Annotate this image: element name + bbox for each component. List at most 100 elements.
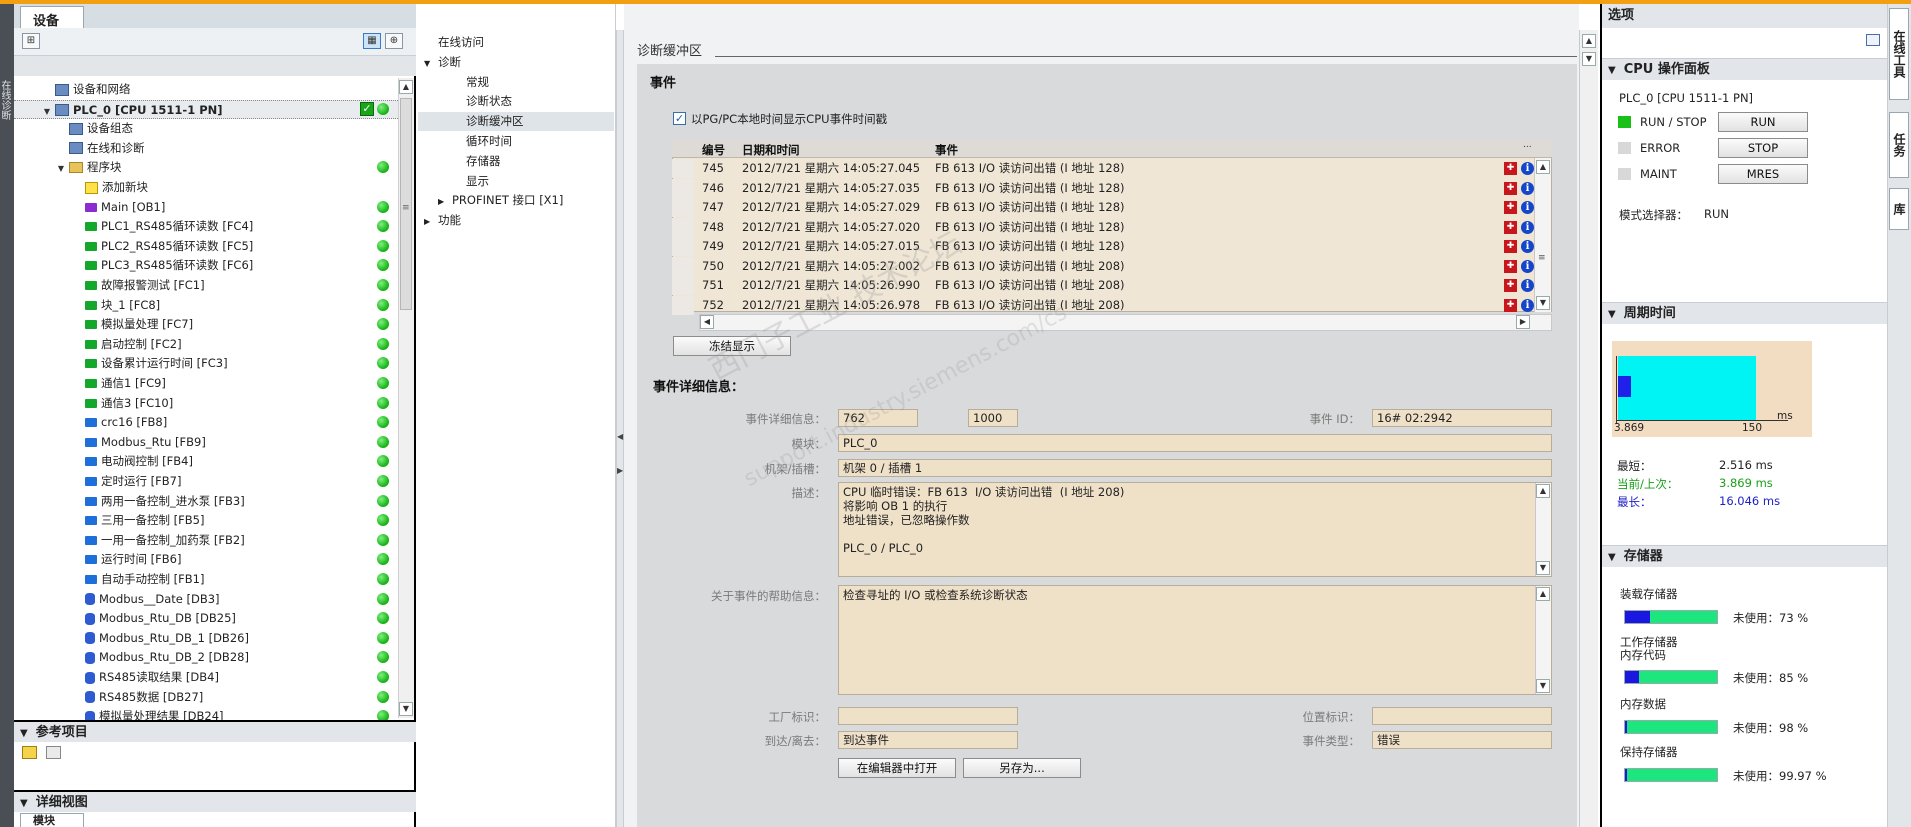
row-selector[interactable]: [672, 198, 694, 217]
nav-toggle-icon[interactable]: ▼: [424, 54, 438, 73]
expand-arrow-icon[interactable]: ▼: [42, 102, 52, 121]
column-header-datetime[interactable]: 日期和时间: [742, 142, 800, 158]
column-header-event[interactable]: 事件: [935, 142, 958, 158]
task-card-tab[interactable]: 任务: [1889, 112, 1909, 178]
run-button[interactable]: RUN: [1718, 112, 1808, 132]
tree-item[interactable]: 电动阀控制 [FB4]: [14, 452, 398, 471]
tree-item[interactable]: Main [OB1]: [14, 198, 398, 217]
nav-toggle-icon[interactable]: ▶: [424, 212, 438, 231]
tree-scroll-down-icon[interactable]: ▼: [399, 702, 413, 716]
reference-projects-header[interactable]: ▼ 参考项目: [14, 720, 416, 742]
main-scroll-down-icon[interactable]: ▼: [1582, 52, 1596, 66]
tab-modules[interactable]: 模块: [20, 813, 84, 827]
tree-item[interactable]: 自动手动控制 [FB1]: [14, 570, 398, 589]
description-scroll-down-icon[interactable]: ▼: [1536, 561, 1550, 575]
tree-item[interactable]: 设备和网络: [14, 80, 398, 99]
row-selector[interactable]: [672, 276, 694, 295]
help-scroll-down-icon[interactable]: ▼: [1536, 679, 1550, 693]
tree-item[interactable]: RS485数据 [DB27]: [14, 688, 398, 707]
left-collapsed-strip[interactable]: [0, 4, 14, 827]
save-as-button[interactable]: 另存为...: [963, 758, 1081, 778]
tree-scroll-up-icon[interactable]: ▲: [399, 80, 413, 94]
info-icon[interactable]: i: [1521, 201, 1534, 214]
tree-item[interactable]: ▼ PLC_0 [CPU 1511-1 PN]: [14, 99, 398, 121]
table-row[interactable]: 752 2012/7/21 星期六 14:05:26.978 FB 613 I/O …: [672, 295, 1536, 315]
row-selector[interactable]: [672, 217, 694, 237]
info-icon[interactable]: i: [1521, 279, 1534, 292]
tree-item[interactable]: Modbus_Rtu_DB_1 [DB26]: [14, 629, 398, 648]
cpu-panel-header[interactable]: ▼ CPU 操作面板: [1602, 58, 1887, 80]
table-row[interactable]: 748 2012/7/21 星期六 14:05:27.020 FB 613 I/O …: [672, 217, 1536, 237]
tree-item[interactable]: 块_1 [FC8]: [14, 296, 398, 315]
table-row[interactable]: 746 2012/7/21 星期六 14:05:27.035 FB 613 I/O …: [672, 178, 1536, 198]
main-scroll-up-icon[interactable]: ▲: [1582, 34, 1596, 48]
nav-item[interactable]: 显示: [418, 172, 614, 191]
local-time-checkbox[interactable]: ✓: [673, 112, 686, 125]
description-scroll-up-icon[interactable]: ▲: [1536, 484, 1550, 498]
close-project-icon[interactable]: [46, 746, 61, 759]
nav-item[interactable]: 在线访问: [418, 33, 614, 52]
tree-item[interactable]: Modbus_Rtu_DB_2 [DB28]: [14, 648, 398, 667]
mres-button[interactable]: MRES: [1718, 164, 1808, 184]
tab-devices[interactable]: 设备: [20, 6, 84, 29]
tree-item[interactable]: ▼ 程序块: [14, 158, 398, 177]
info-icon[interactable]: i: [1521, 181, 1534, 195]
nav-item[interactable]: 存储器: [418, 152, 614, 171]
table-vertical-scrollbar[interactable]: [1534, 158, 1551, 312]
tree-item[interactable]: 一用一备控制_加药泵 [FB2]: [14, 531, 398, 550]
memory-header[interactable]: ▼ 存储器: [1602, 545, 1887, 567]
tree-item[interactable]: 运行时间 [FB6]: [14, 550, 398, 569]
table-scroll-down-icon[interactable]: ▼: [1536, 296, 1550, 310]
help-scrollbar[interactable]: [1535, 586, 1551, 694]
task-card-tab[interactable]: 在线工具: [1889, 8, 1909, 100]
tree-item[interactable]: PLC2_RS485循环读数 [FC5]: [14, 237, 398, 256]
tree-item[interactable]: 添加新块: [14, 178, 398, 197]
open-in-editor-button[interactable]: 在编辑器中打开: [838, 758, 956, 778]
table-row[interactable]: 747 2012/7/21 星期六 14:05:27.029 FB 613 I/O …: [672, 198, 1536, 217]
info-icon[interactable]: i: [1521, 259, 1534, 273]
table-scroll-up-icon[interactable]: ▲: [1536, 160, 1550, 174]
tree-item[interactable]: PLC3_RS485循环读数 [FC6]: [14, 256, 398, 275]
table-horizontal-scrollbar[interactable]: [699, 314, 1552, 331]
table-row[interactable]: 745 2012/7/21 星期六 14:05:27.045 FB 613 I/O …: [672, 159, 1536, 178]
properties-icon[interactable]: ⊞: [22, 33, 40, 49]
table-scroll-right-icon[interactable]: ▶: [1516, 315, 1530, 329]
tree-item[interactable]: Modbus_Rtu [FB9]: [14, 433, 398, 452]
task-card-tab[interactable]: 库: [1889, 188, 1909, 230]
cycle-time-header[interactable]: ▼ 周期时间: [1602, 302, 1887, 324]
tree-item[interactable]: 两用一备控制_进水泵 [FB3]: [14, 492, 398, 511]
row-selector[interactable]: [672, 295, 694, 315]
nav-item[interactable]: 循环时间: [418, 132, 614, 151]
nav-item[interactable]: ▶ PROFINET 接口 [X1]: [418, 191, 614, 210]
open-project-icon[interactable]: [22, 746, 37, 759]
row-selector[interactable]: [672, 237, 694, 256]
tree-item[interactable]: 模拟量处理 [FC7]: [14, 315, 398, 334]
main-vertical-scrollbar[interactable]: [1579, 30, 1598, 827]
info-icon[interactable]: i: [1521, 298, 1534, 312]
left-strip-label[interactable]: 在线诊断: [0, 80, 12, 120]
stop-button[interactable]: STOP: [1718, 138, 1808, 158]
row-selector[interactable]: [672, 178, 694, 198]
info-icon[interactable]: i: [1521, 162, 1534, 175]
device-view-icon[interactable]: ⊕: [385, 33, 403, 49]
column-header-number[interactable]: 编号: [702, 142, 725, 158]
tree-item[interactable]: RS485读取结果 [DB4]: [14, 668, 398, 687]
tree-item[interactable]: 设备累计运行时间 [FC3]: [14, 354, 398, 373]
tree-item[interactable]: 故障报警测试 [FC1]: [14, 276, 398, 295]
row-selector[interactable]: [672, 256, 694, 276]
table-row[interactable]: 750 2012/7/21 星期六 14:05:27.002 FB 613 I/O …: [672, 256, 1536, 276]
info-icon[interactable]: i: [1521, 240, 1534, 253]
info-icon[interactable]: i: [1521, 220, 1534, 234]
table-row[interactable]: 749 2012/7/21 星期六 14:05:27.015 FB 613 I/O …: [672, 237, 1536, 256]
nav-item[interactable]: 诊断缓冲区: [418, 112, 614, 132]
tree-item[interactable]: Modbus_Rtu_DB [DB25]: [14, 609, 398, 628]
expand-right-icon[interactable]: ▶: [617, 466, 623, 475]
freeze-display-button[interactable]: 冻结显示: [673, 336, 791, 356]
panel-layout-icon[interactable]: [1866, 34, 1880, 46]
nav-toggle-icon[interactable]: ▶: [438, 192, 452, 211]
expand-arrow-icon[interactable]: ▼: [56, 159, 66, 178]
detail-view-header[interactable]: ▼ 详细视图: [14, 790, 416, 812]
row-selector[interactable]: [672, 159, 694, 178]
tree-item[interactable]: 通信1 [FC9]: [14, 374, 398, 393]
tree-item[interactable]: crc16 [FB8]: [14, 413, 398, 432]
